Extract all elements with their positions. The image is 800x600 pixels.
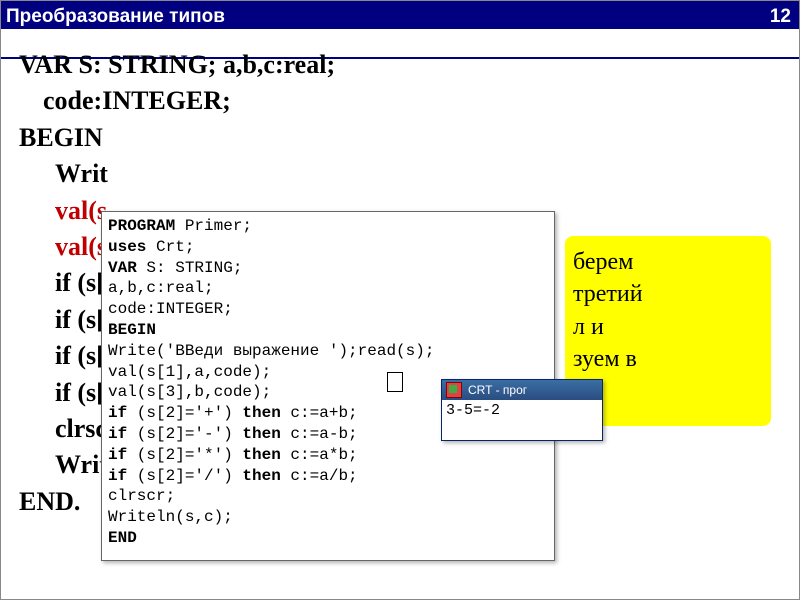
keyword: then (242, 404, 280, 422)
code-text: c:=a+b; (281, 404, 358, 422)
keyword: then (242, 425, 280, 443)
editor-line: VAR S: STRING; (108, 258, 548, 279)
editor-line: Writeln(s,c); (108, 507, 548, 528)
editor-line: clrscr; (108, 486, 548, 507)
keyword: then (242, 446, 280, 464)
keyword: VAR (108, 259, 137, 277)
sticky-line: л и (573, 311, 763, 343)
code-text: val(s (55, 232, 107, 261)
keyword: if (108, 425, 127, 443)
editor-line: if (s[2]='/') then c:=a/b; (108, 466, 548, 487)
code-text: Crt; (146, 238, 194, 256)
editor-line: a,b,c:real; (108, 278, 548, 299)
code-line: Writ (55, 156, 335, 192)
slide-number: 12 (770, 3, 791, 31)
keyword: uses (108, 238, 146, 256)
editor-line: code:INTEGER; (108, 299, 548, 320)
slide-header: Преобразование типов 12 (1, 1, 799, 29)
selection-marker (387, 372, 403, 392)
crt-app-icon (446, 382, 462, 398)
slide: Преобразование типов 12 VAR S: STRING; a… (0, 0, 800, 600)
keyword: PROGRAM (108, 217, 175, 235)
editor-line: uses Crt; (108, 237, 548, 258)
editor-line: PROGRAM Primer; (108, 216, 548, 237)
sticky-line: зуем в (573, 343, 763, 375)
keyword: if (108, 446, 127, 464)
editor-line: BEGIN (108, 320, 548, 341)
code-text: c:=a*b; (281, 446, 358, 464)
code-text: Primer; (175, 217, 252, 235)
slide-title: Преобразование типов (6, 3, 225, 31)
editor-line: if (s[2]='*') then c:=a*b; (108, 445, 548, 466)
keyword: if (108, 467, 127, 485)
sticky-line: берем (573, 246, 763, 278)
editor-line: Write('ВВеди выражение ');read(s); (108, 341, 548, 362)
crt-output-window[interactable]: CRT - прог 3-5=-2 (441, 379, 603, 441)
crt-titlebar[interactable]: CRT - прог (442, 380, 602, 400)
code-text: (s[2]='*') (127, 446, 242, 464)
crt-output: 3-5=-2 (442, 400, 602, 421)
code-text: (s[2]='+') (127, 404, 242, 422)
code-text: c:=a/b; (281, 467, 358, 485)
code-text: c:=a-b; (281, 425, 358, 443)
crt-title-text: CRT - прог (468, 380, 527, 400)
code-text: (s[2]='/') (127, 467, 242, 485)
code-line: code:INTEGER; (43, 83, 335, 119)
code-line: VAR S: STRING; a,b,c:real; (19, 47, 335, 83)
code-line: BEGIN (19, 120, 335, 156)
code-text: S: STRING; (137, 259, 243, 277)
keyword: then (242, 467, 280, 485)
sticky-line: третий (573, 278, 763, 310)
code-text: val(s (55, 196, 107, 225)
keyword: if (108, 404, 127, 422)
editor-line: END (108, 528, 548, 549)
code-text: (s[2]='-') (127, 425, 242, 443)
